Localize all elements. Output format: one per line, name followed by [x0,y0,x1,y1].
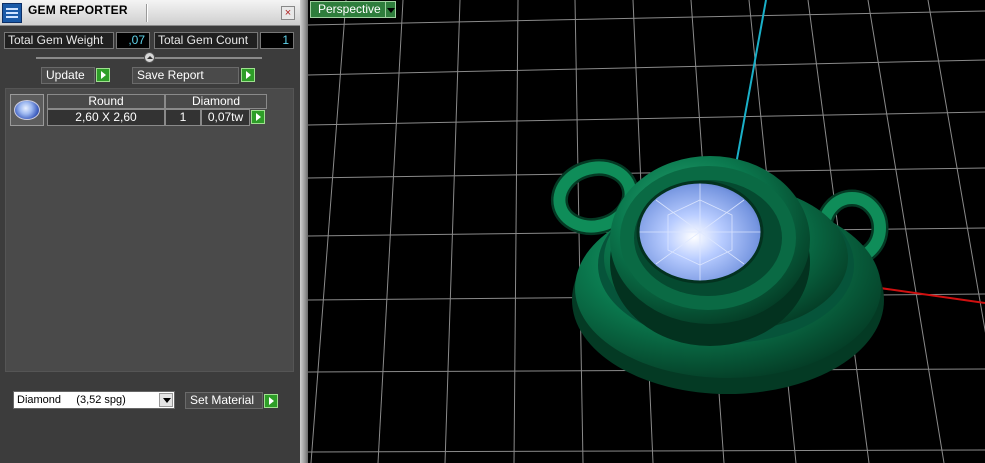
total-gem-count-label: Total Gem Count [154,32,258,49]
column-header-gem-type: Diamond [165,94,267,109]
update-play-arrow-icon[interactable] [96,68,110,82]
save-report-button[interactable]: Save Report [132,67,239,84]
viewport-scene[interactable] [308,0,985,463]
set-material-play-arrow-icon[interactable] [264,394,278,408]
gem-list[interactable] [5,88,294,372]
perspective-viewport[interactable]: Perspective [308,0,985,463]
gem-weight-cell: 0,07tw [201,109,250,126]
update-button[interactable]: Update [41,67,95,84]
gem-thumbnail-icon[interactable] [10,94,44,126]
column-header-shape: Round [47,94,165,109]
view-mode-label[interactable]: Perspective [310,1,387,18]
row-play-arrow-icon[interactable] [251,110,265,124]
gem-count-cell: 1 [165,109,201,126]
save-report-play-arrow-icon[interactable] [241,68,255,82]
pendant-model [550,156,889,394]
panel-divider[interactable] [300,0,308,463]
total-gem-weight-value: ,07 [116,32,150,49]
title-bar: GEM REPORTER × [0,0,300,26]
gem-reporter-panel: GEM REPORTER × Total Gem Weight ,07 Tota… [0,0,300,463]
set-material-button[interactable]: Set Material [185,392,263,409]
gem-reporter-app-icon [2,3,22,23]
window-title: GEM REPORTER [28,3,128,17]
gem-size-cell: 2,60 X 2,60 [47,109,165,126]
view-mode-dropdown-icon[interactable] [385,1,396,18]
total-gem-count-value: 1 [260,32,294,49]
slider-collapse-icon[interactable] [144,52,155,63]
material-select[interactable]: Diamond (3,52 spg) [13,391,175,409]
title-separator [146,4,147,22]
z-axis-line [734,0,767,171]
close-icon[interactable]: × [281,6,295,20]
material-selected-text: Diamond (3,52 spg) [17,394,126,406]
dropdown-arrow-icon[interactable] [159,393,173,407]
total-gem-weight-label: Total Gem Weight [4,32,114,49]
